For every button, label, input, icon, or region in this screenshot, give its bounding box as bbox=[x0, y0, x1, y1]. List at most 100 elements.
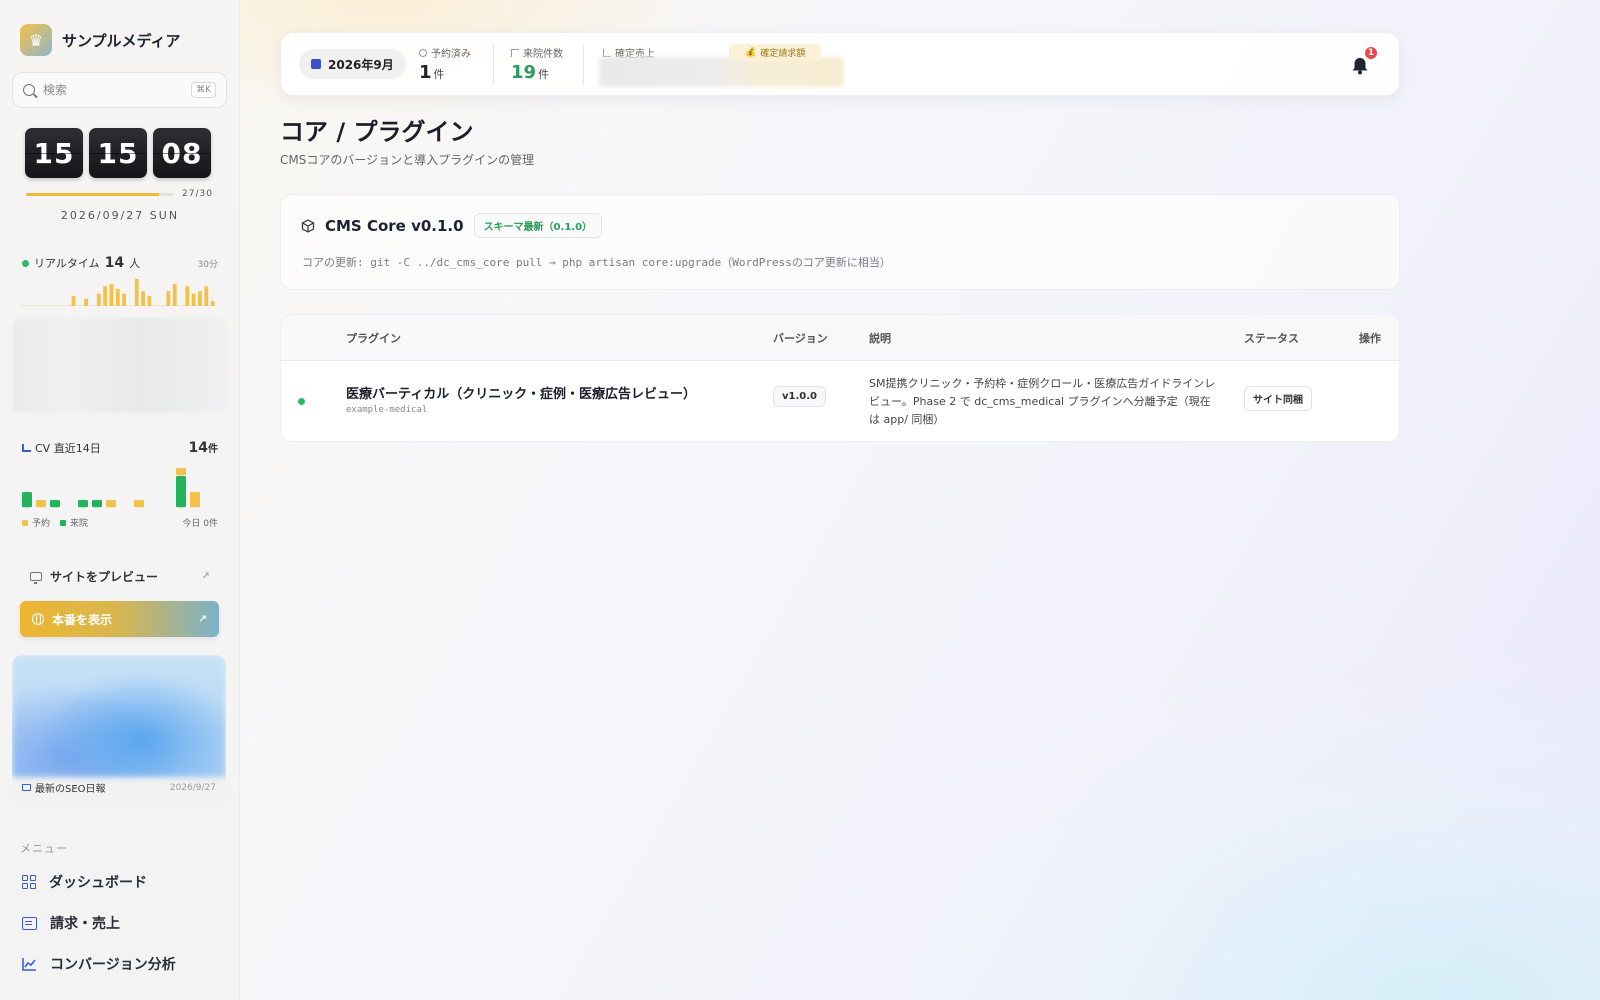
seo-report-card[interactable]: 最新のSEO日報 2026/9/27 bbox=[12, 655, 226, 805]
search-input[interactable] bbox=[43, 83, 173, 97]
notification-badge: 1 bbox=[1363, 45, 1379, 61]
stat-reserved-unit: 件 bbox=[433, 68, 445, 81]
month-progress-label: 27/30 bbox=[182, 189, 213, 199]
realtime-window: 30分 bbox=[197, 260, 218, 270]
cv-bar-reserve bbox=[36, 500, 46, 508]
plugin-name: 医療バーティカル（クリニック・症例・医療広告レビュー） bbox=[346, 387, 696, 402]
realtime-header: リアルタイム 14 人 30分 bbox=[22, 255, 218, 271]
realtime-count: 14 bbox=[104, 255, 125, 271]
external-link-icon: ↗ bbox=[201, 571, 210, 582]
nav-item-label: 請求・売上 bbox=[50, 916, 120, 932]
table-row[interactable]: 医療バーティカル（クリニック・症例・医療広告レビュー） example-medi… bbox=[281, 361, 1399, 441]
realtime-bar bbox=[134, 279, 139, 306]
plugin-status-badge: サイト同梱 bbox=[1244, 386, 1312, 411]
col-version: バージョン bbox=[773, 332, 828, 345]
realtime-bar bbox=[204, 286, 209, 306]
col-status: ステータス bbox=[1244, 332, 1299, 345]
realtime-bar bbox=[166, 291, 171, 306]
stat-reserved-value: 1 bbox=[419, 62, 432, 83]
newspaper-icon bbox=[22, 784, 31, 791]
trend-chart-icon bbox=[22, 958, 36, 971]
seo-report-footer: 最新のSEO日報 2026/9/27 bbox=[22, 780, 216, 795]
cv-legend: 予約 来院 今日 0件 bbox=[22, 516, 218, 529]
blurred-amounts bbox=[599, 57, 844, 87]
brand-name: サンプルメディア bbox=[62, 31, 181, 50]
realtime-sparkbars bbox=[20, 279, 216, 306]
core-update-command: コアの更新: git -C ../dc_cms_core pull → php … bbox=[302, 256, 891, 269]
stat-visits-value-row: 19 件 bbox=[511, 62, 563, 83]
trend-icon bbox=[603, 48, 611, 57]
stat-visits-label-row: 来院件数 bbox=[511, 45, 563, 60]
seo-report-thumbnail bbox=[12, 655, 226, 777]
stat-reserved: 予約済み 1件 bbox=[419, 45, 471, 83]
cv-today: 今日 0件 bbox=[182, 519, 218, 529]
site-preview-link[interactable]: サイトをプレビュー ↗ bbox=[30, 568, 210, 585]
nav-item-billing[interactable]: 請求・売上 bbox=[22, 913, 120, 933]
globe-icon bbox=[32, 613, 44, 625]
clock-minutes: 15 bbox=[89, 128, 147, 178]
realtime-bar bbox=[103, 286, 108, 306]
view-production-button[interactable]: 本番を表示 ↗ bbox=[20, 601, 219, 637]
cube-icon bbox=[301, 218, 315, 233]
month-label: 2026年9月 bbox=[328, 57, 394, 72]
cv-header: CV 直近14日 14件 bbox=[22, 440, 218, 456]
blurred-widget bbox=[13, 318, 226, 413]
view-production-label: 本番を表示 bbox=[52, 612, 113, 627]
money-bag-icon: 💰 bbox=[745, 47, 757, 58]
nav-item-conversion[interactable]: コンバージョン分析 bbox=[22, 954, 176, 974]
month-selector[interactable]: 2026年9月 bbox=[299, 49, 406, 79]
cv-label: CV 直近14日 bbox=[35, 442, 101, 455]
cv-total: 14件 bbox=[189, 440, 218, 456]
external-link-icon: ↗ bbox=[198, 613, 207, 625]
nav-item-dashboard[interactable]: ダッシュボード bbox=[22, 872, 147, 892]
stat-visits: 来院件数 19 件 bbox=[511, 45, 563, 83]
site-preview-label: サイトをプレビュー bbox=[50, 570, 159, 584]
realtime-bar bbox=[185, 286, 190, 306]
plugin-table: プラグイン バージョン 説明 ステータス 操作 医療バーティカル（クリニック・症… bbox=[280, 314, 1400, 442]
col-actions: 操作 bbox=[1359, 332, 1381, 345]
schema-status-badge: スキーマ最新（0.1.0） bbox=[473, 213, 603, 238]
col-plugin: プラグイン bbox=[346, 332, 401, 345]
legend-reserve-swatch bbox=[22, 519, 28, 526]
seo-report-date: 2026/9/27 bbox=[169, 782, 216, 793]
menu-section-label: メニュー bbox=[20, 842, 68, 855]
monitor-icon bbox=[30, 572, 42, 584]
stat-visits-label: 来院件数 bbox=[523, 49, 563, 60]
search-icon bbox=[23, 84, 35, 96]
legend-visit: 来院 bbox=[70, 519, 89, 529]
clock-hours: 15 bbox=[25, 128, 83, 178]
cv-bar-reserve bbox=[106, 500, 116, 508]
billing-icon bbox=[22, 916, 37, 930]
cv-bar-visit bbox=[22, 492, 32, 508]
cv-bar-reserve bbox=[134, 500, 144, 508]
brand[interactable]: ♛ サンプルメディア bbox=[20, 24, 181, 56]
flag-icon bbox=[511, 48, 519, 57]
cv-total-value: 14 bbox=[188, 440, 208, 456]
realtime-bar bbox=[115, 288, 120, 306]
realtime-bar bbox=[210, 301, 215, 306]
page-title: コア / プラグイン bbox=[280, 118, 474, 146]
cv-bar-visit bbox=[78, 500, 88, 508]
bar-chart-icon bbox=[22, 444, 31, 452]
nav-item-label: コンバージョン分析 bbox=[50, 957, 176, 973]
search-box[interactable]: ⌘K bbox=[12, 72, 227, 108]
plugin-slug: example-medical bbox=[346, 405, 428, 415]
legend-visit-swatch bbox=[60, 519, 67, 526]
realtime-label: リアルタイム bbox=[34, 257, 100, 270]
legend-reserve: 予約 bbox=[32, 519, 51, 529]
realtime-bar bbox=[198, 291, 202, 306]
table-header: プラグイン バージョン 説明 ステータス 操作 bbox=[281, 315, 1399, 361]
flip-clock: 15 15 08 bbox=[25, 128, 211, 178]
realtime-bar bbox=[84, 298, 89, 306]
sidebar: ♛ サンプルメディア ⌘K 15 15 08 27/30 2026/09/27 … bbox=[0, 0, 240, 1000]
seo-report-title: 最新のSEO日報 bbox=[35, 784, 106, 795]
cv-bar-visit bbox=[176, 476, 186, 508]
realtime-bar bbox=[141, 291, 145, 306]
clock-seconds: 08 bbox=[153, 128, 211, 178]
cv-bar-chart bbox=[22, 468, 200, 508]
crown-icon: ♛ bbox=[20, 24, 52, 56]
cv-bar-visit bbox=[50, 500, 60, 508]
stat-reserved-label-row: 予約済み bbox=[419, 45, 471, 60]
realtime-bar bbox=[191, 293, 196, 306]
shortcut-hint: ⌘K bbox=[191, 82, 216, 98]
